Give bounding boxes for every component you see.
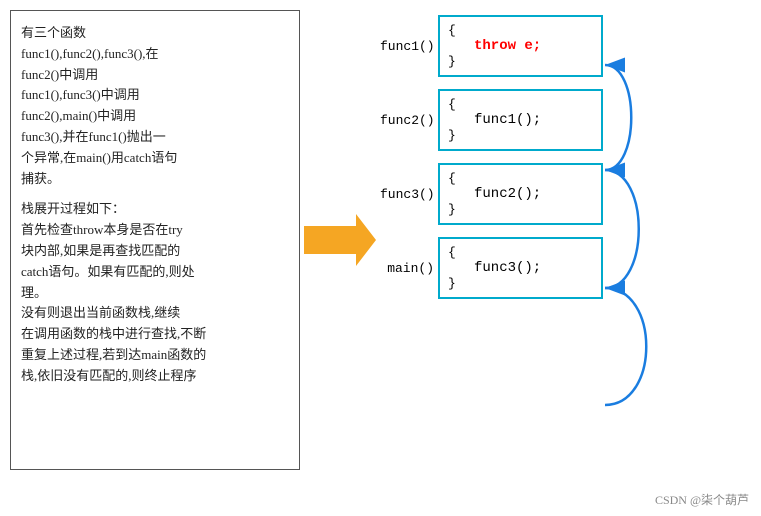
left-panel: 有三个函数 func1(),func2(),func3(),在 func2()中… bbox=[10, 10, 300, 470]
main-container: 有三个函数 func1(),func2(),func3(),在 func2()中… bbox=[0, 0, 761, 516]
func2-row: func2() { } func1(); bbox=[380, 89, 751, 151]
line1: func1(),func2(),func3(),在 bbox=[21, 44, 289, 65]
main-row: main() { } func3(); bbox=[380, 237, 751, 299]
stack2: 块内部,如果是再查找匹配的 bbox=[21, 241, 289, 262]
stack4: 理。 bbox=[21, 283, 289, 304]
func2-box: { } func1(); bbox=[438, 89, 603, 151]
stack-title: 栈展开过程如下： bbox=[21, 199, 289, 220]
big-arrow-icon bbox=[304, 214, 376, 266]
func2-content: func1(); bbox=[474, 112, 541, 128]
func1-box: { } throw e; bbox=[438, 15, 603, 77]
line6: 个异常,在main()用catch语句 bbox=[21, 148, 289, 169]
stack1: 首先检查throw本身是否在try bbox=[21, 220, 289, 241]
stack3: catch语句。如果有匹配的,则处 bbox=[21, 262, 289, 283]
func1-row: func1() { } throw e; bbox=[380, 15, 751, 77]
stack7: 重复上述过程,若到达main函数的 bbox=[21, 345, 289, 366]
func3-content: func2(); bbox=[474, 186, 541, 202]
stack8: 栈,依旧没有匹配的,则终止程序 bbox=[21, 366, 289, 387]
func3-label: func3() bbox=[380, 187, 438, 202]
main-box: { } func3(); bbox=[438, 237, 603, 299]
brace-right-4: } bbox=[448, 276, 456, 291]
right-area: func1() { } throw e; func2() { } func1()… bbox=[380, 10, 751, 299]
stack6: 在调用函数的栈中进行查找,不断 bbox=[21, 324, 289, 345]
func3-box: { } func2(); bbox=[438, 163, 603, 225]
line4: func2(),main()中调用 bbox=[21, 106, 289, 127]
func1-label: func1() bbox=[380, 39, 438, 54]
brace-left-3: { bbox=[448, 171, 456, 186]
func3-row: func3() { } func2(); bbox=[380, 163, 751, 225]
brace-left-1: { bbox=[448, 23, 456, 38]
brace-right-3: } bbox=[448, 202, 456, 217]
func2-label: func2() bbox=[380, 113, 438, 128]
line2: func2()中调用 bbox=[21, 65, 289, 86]
brace-right-1: } bbox=[448, 54, 456, 69]
line7: 捕获。 bbox=[21, 169, 289, 190]
func1-content: throw e; bbox=[474, 38, 541, 54]
brace-left-2: { bbox=[448, 97, 456, 112]
line5: func3(),并在func1()抛出一 bbox=[21, 127, 289, 148]
brace-right-2: } bbox=[448, 128, 456, 143]
stack5: 没有则退出当前函数栈,继续 bbox=[21, 303, 289, 324]
line3: func1(),func3()中调用 bbox=[21, 85, 289, 106]
watermark: CSDN @柒个葫芦 bbox=[655, 491, 749, 508]
main-content: func3(); bbox=[474, 260, 541, 276]
arrow-area bbox=[300, 10, 380, 470]
intro-line: 有三个函数 bbox=[21, 23, 289, 44]
brace-left-4: { bbox=[448, 245, 456, 260]
main-label: main() bbox=[380, 261, 438, 276]
